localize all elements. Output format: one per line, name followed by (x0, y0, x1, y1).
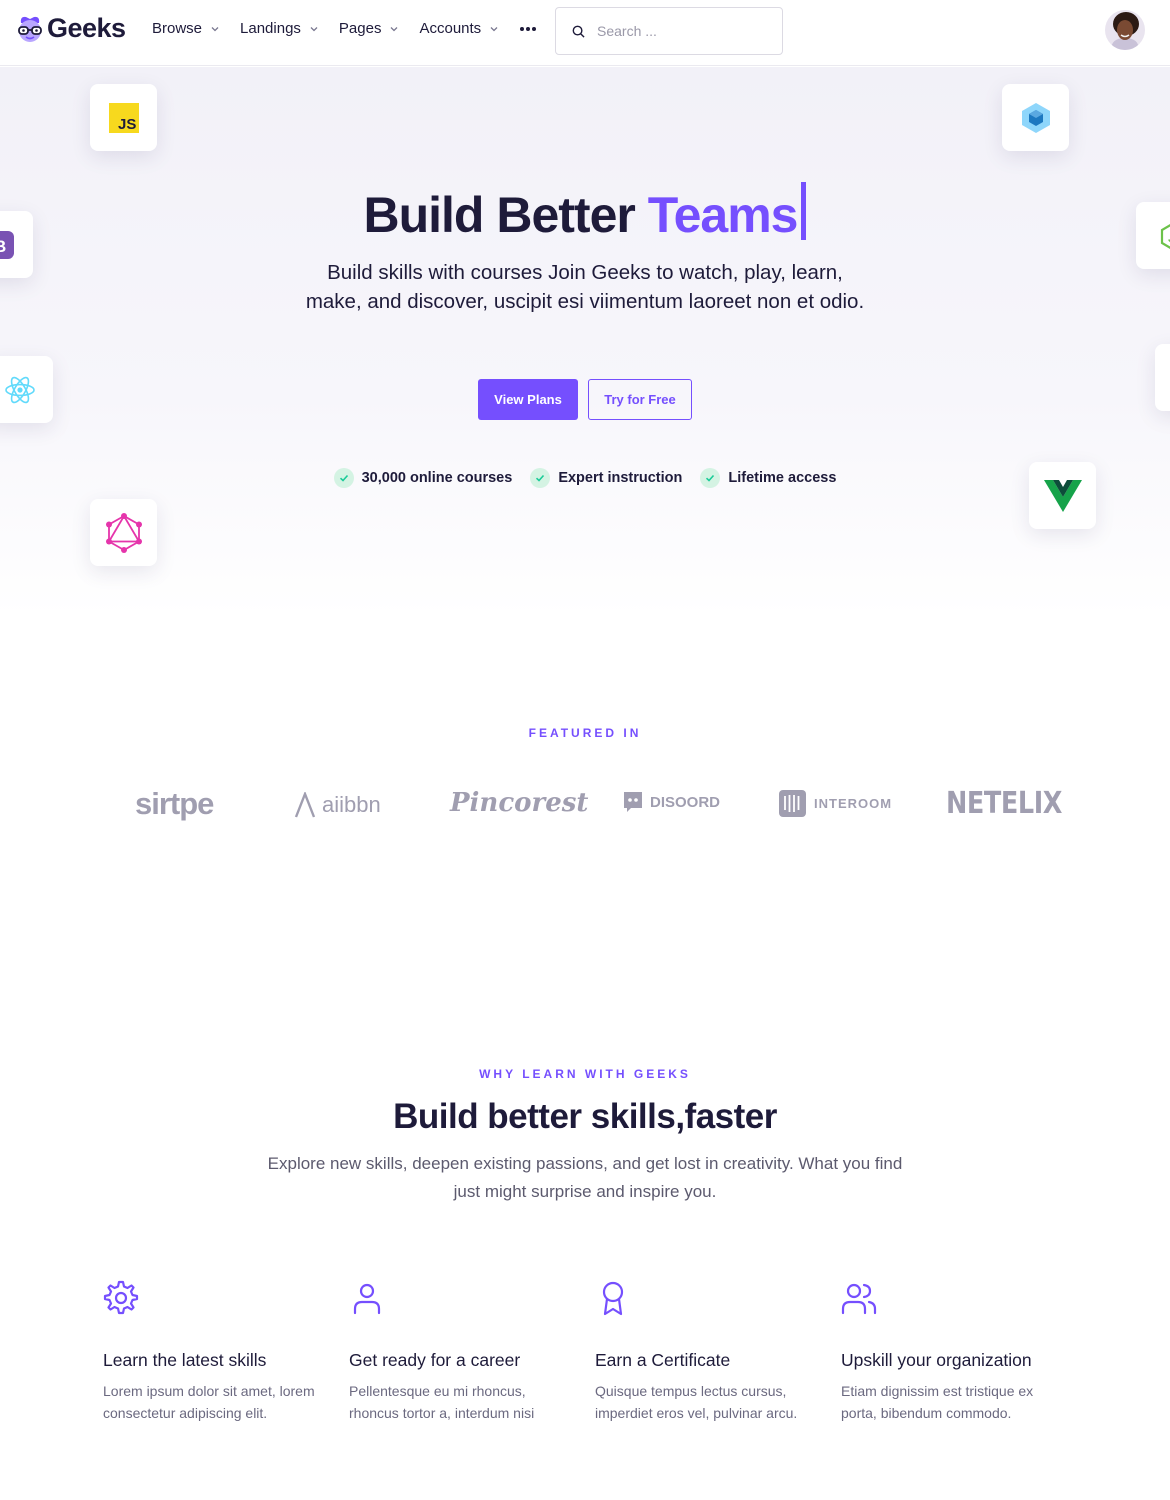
feature-description: Quisque tempus lectus cursus, imperdiet … (595, 1383, 798, 1421)
chat-bubble-icon (624, 792, 642, 812)
nav-accounts[interactable]: Accounts (419, 20, 499, 37)
check-label: Expert instruction (558, 470, 683, 486)
feature-description: Lorem ipsum dolor sit amet, lorem consec… (103, 1383, 315, 1421)
user-icon (353, 1283, 381, 1315)
user-avatar[interactable] (1105, 10, 1145, 50)
feature-card: Learn the latest skills Lorem ipsum dolo… (103, 1280, 333, 1424)
react-icon (4, 376, 35, 403)
featured-eyebrow: FEATURED IN (528, 726, 642, 740)
logo-disoord-text: DISOORD (650, 793, 721, 811)
svg-text:JS: JS (118, 116, 136, 133)
intercom-like-icon (779, 790, 806, 817)
main-nav: Browse Landings Pages Accounts (152, 20, 537, 37)
check-item: 30,000 online courses (333, 468, 513, 488)
award-icon (602, 1281, 624, 1316)
graphql-tile (90, 499, 157, 566)
search-input[interactable] (597, 23, 767, 39)
brand-name: Geeks (47, 13, 126, 43)
logo-pincorest-text: Pincorest (450, 788, 589, 818)
check-icon (700, 468, 721, 488)
logo-interoom: INTEROOM (779, 790, 892, 817)
hero-checklist: 30,000 online courses Expert instruction… (0, 468, 1170, 488)
nav-browse[interactable]: Browse (152, 20, 220, 37)
nav-pages[interactable]: Pages (339, 20, 400, 37)
nav-landings-label: Landings (240, 20, 301, 37)
nav-pages-label: Pages (338, 20, 382, 37)
hero-section: JS B JS Build Better Teams Build skills … (0, 67, 1170, 617)
airbnb-like-icon (294, 792, 316, 818)
graphql-icon (105, 512, 142, 553)
settings-icon (103, 1280, 139, 1315)
nav-browse-label: Browse (152, 20, 203, 37)
logo-netelix-text: NETELIX (946, 786, 1062, 821)
check-item: Expert instruction (530, 468, 682, 488)
logo-sirtpe-text: sirtpe (135, 786, 214, 821)
navbar: Geeks Browse Landings Pages Accounts (0, 0, 1170, 66)
webpack-tile (1002, 84, 1069, 151)
search-icon (572, 25, 585, 38)
try-for-free-button[interactable]: Try for Free (588, 379, 692, 420)
featured-logos: sirtpe aiibbn Pincorest DISOORD INTEROOM… (0, 780, 1170, 830)
more-horizontal-icon[interactable] (519, 26, 537, 32)
typing-caret (801, 182, 807, 240)
logo-disoord: DISOORD (622, 790, 720, 814)
brand-link[interactable]: Geeks (16, 13, 126, 44)
search-box (555, 7, 783, 55)
logo-aiibbn-text: aiibbn (322, 792, 381, 817)
feature-title: Earn a Certificate (595, 1350, 731, 1370)
nav-landings[interactable]: Landings (240, 20, 319, 37)
javascript-icon: JS (108, 102, 139, 133)
feature-description: Etiam dignissim est tristique ex porta, … (841, 1383, 1034, 1421)
chevron-down-icon (490, 26, 498, 31)
javascript-tile: JS (90, 84, 157, 151)
chevron-down-icon (211, 26, 219, 31)
logo-interoom-text: INTEROOM (814, 796, 893, 811)
feature-card: Earn a Certificate Quisque tempus lectus… (595, 1280, 825, 1424)
logo-sirtpe: sirtpe (135, 786, 214, 822)
avatar-image (1105, 10, 1145, 50)
view-plans-button[interactable]: View Plans (478, 379, 578, 420)
logo-netelix: NETELIX (946, 786, 1062, 821)
hero-subtitle: Build skills with courses Join Geeks to … (305, 261, 865, 313)
feature-title: Upskill your organization (841, 1350, 1032, 1370)
feature-card: Get ready for a career Pellentesque eu m… (349, 1280, 579, 1424)
hero-title-accent: Teams (647, 187, 799, 243)
why-subtitle: Explore new skills, deepen existing pass… (267, 1154, 903, 1201)
feature-card: Upskill your organization Etiam dignissi… (841, 1280, 1071, 1424)
webpack-icon (1021, 102, 1050, 133)
react-tile (0, 356, 53, 423)
feature-title: Learn the latest skills (103, 1350, 267, 1370)
check-icon (530, 468, 551, 488)
logo-aiibbn: aiibbn (294, 792, 381, 818)
hero-title-main: Build Better (363, 187, 636, 243)
chevron-down-icon (391, 26, 398, 31)
check-item: Lifetime access (700, 468, 836, 488)
check-label: 30,000 online courses (361, 470, 513, 486)
nav-accounts-label: Accounts (419, 20, 482, 37)
logo-pincorest: Pincorest (450, 788, 588, 818)
why-eyebrow: WHY LEARN WITH GEEKS (479, 1067, 691, 1081)
why-title: Build better skills,faster (393, 1097, 777, 1136)
hero-title: Build Better Teams (0, 182, 1170, 244)
geeks-logo-icon (18, 16, 42, 42)
extra-tile (1155, 344, 1170, 411)
feature-title: Get ready for a career (349, 1350, 521, 1370)
feature-description: Pellentesque eu mi rhoncus, rhoncus tort… (349, 1383, 535, 1421)
check-icon (333, 468, 354, 488)
chevron-down-icon (310, 26, 318, 31)
check-label: Lifetime access (728, 470, 837, 486)
users-icon (841, 1283, 877, 1315)
